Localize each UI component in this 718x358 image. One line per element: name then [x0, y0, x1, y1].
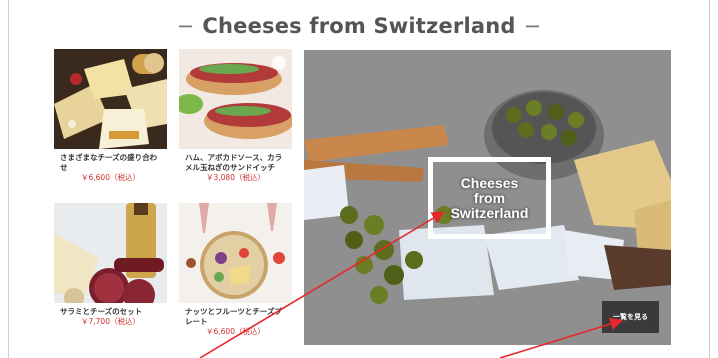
product-card-cheese-assortment[interactable]: さまざまなチーズの盛り合わせ ￥6,600（税込）	[54, 49, 167, 191]
product-price: ￥3,080（税込）	[206, 173, 265, 182]
product-image-salami-cheese[interactable]	[54, 203, 167, 303]
product-price: ￥6,600（税込）	[206, 327, 265, 336]
section-title-text: Cheeses from Switzerland	[202, 14, 516, 38]
title-dash-left: −	[176, 14, 195, 38]
product-name[interactable]: サラミとチーズのセット	[60, 307, 161, 317]
hero-badge: Cheeses from Switzerland	[428, 157, 551, 239]
product-card-sandwich[interactable]: ハム、アボカドソース、カラメル玉ねぎのサンドイッチ ￥3,080（税込）	[179, 49, 292, 191]
section-title: − Cheeses from Switzerland −	[0, 14, 718, 38]
product-image-sandwich[interactable]	[179, 49, 292, 149]
product-image-cheese-assortment[interactable]	[54, 49, 167, 149]
product-name[interactable]: ハム、アボカドソース、カラメル玉ねぎのサンドイッチ	[185, 153, 286, 173]
hero-badge-text: Cheeses from Switzerland	[450, 174, 529, 221]
hero-banner[interactable]: Cheeses from Switzerland 一覧を見る	[304, 50, 671, 345]
product-card-nut-fruit-cheese-plate[interactable]: ナッツとフルーツとチーズプレート ￥6,600（税込）	[179, 203, 292, 345]
product-name[interactable]: ナッツとフルーツとチーズプレート	[185, 307, 286, 327]
view-all-button[interactable]: 一覧を見る	[602, 301, 659, 333]
title-dash-right: −	[523, 14, 542, 38]
product-card-salami-cheese[interactable]: サラミとチーズのセット ￥7,700（税込）	[54, 203, 167, 345]
product-price: ￥7,700（税込）	[81, 317, 140, 326]
product-name[interactable]: さまざまなチーズの盛り合わせ	[60, 153, 161, 173]
product-image-nut-fruit-cheese-plate[interactable]	[179, 203, 292, 303]
product-price: ￥6,600（税込）	[81, 173, 140, 182]
